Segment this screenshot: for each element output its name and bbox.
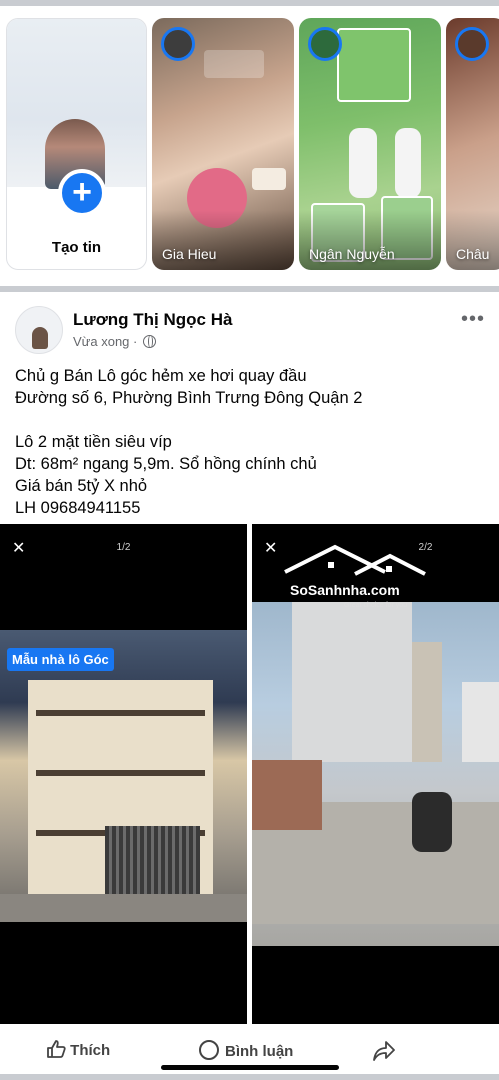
- watermark-subtext: Great choice for you: [344, 602, 408, 609]
- post-line: Dt: 68m² ngang 5,9m. Sổ hồng chính chủ: [15, 455, 317, 473]
- story-avatar: [161, 27, 195, 61]
- watermark-logo: SoSanhnha.com Great choice for you: [280, 542, 430, 609]
- post-photo-2[interactable]: ✕ 2/2 SoSanhnha.com Great choice for you: [252, 524, 499, 1024]
- watermark-text: SoSanhnha.com: [290, 582, 400, 598]
- like-label: Thích: [70, 1042, 111, 1059]
- story-card-chau[interactable]: Châu: [446, 18, 499, 270]
- post-line: Lô 2 mặt tiền siêu víp: [15, 433, 172, 451]
- post-line: [15, 409, 485, 431]
- comment-button[interactable]: Bình luận: [199, 1040, 293, 1060]
- thumbs-up-icon: [47, 1040, 66, 1058]
- comment-label: Bình luận: [225, 1043, 294, 1060]
- post-body: Chủ g Bán Lô góc hẻm xe hơi quay đầu Đườ…: [15, 365, 485, 519]
- story-name: Châu: [456, 246, 490, 262]
- post-time: Vừa xong: [73, 334, 130, 349]
- comment-icon: [199, 1040, 219, 1060]
- story-name: Gia Hieu: [162, 246, 217, 262]
- plus-icon[interactable]: +: [58, 169, 106, 217]
- meta-separator: ·: [133, 334, 138, 349]
- story-card-ngan-nguyen[interactable]: Ngân Nguyễn: [299, 18, 441, 270]
- create-story-label: Tạo tin: [51, 239, 102, 256]
- post-meta: Vừa xong ·: [73, 334, 156, 349]
- post-line: Đường số 6, Phường Bình Trưng Đông Quận …: [15, 389, 363, 407]
- bottom-divider: [0, 1074, 499, 1080]
- stories-tray: + Tạo tin Gia Hieu Ngân Nguyễn Châu: [0, 6, 499, 286]
- like-button[interactable]: Thích: [46, 1040, 110, 1059]
- share-arrow-icon: [373, 1041, 395, 1061]
- story-avatar: [455, 27, 489, 61]
- post-line: LH 09684941155: [15, 499, 141, 517]
- post-photo-1[interactable]: ✕ 1/2 Mẫu nhà lô Góc: [0, 524, 247, 1024]
- more-options-icon[interactable]: •••: [461, 308, 485, 331]
- story-name: Ngân Nguyễn: [309, 246, 395, 262]
- share-button[interactable]: [372, 1040, 396, 1062]
- home-indicator[interactable]: [161, 1065, 339, 1070]
- post-author[interactable]: Lương Thị Ngọc Hà: [73, 310, 232, 330]
- section-divider: [0, 286, 499, 292]
- story-avatar: [308, 27, 342, 61]
- close-icon: ✕: [264, 540, 278, 557]
- globe-icon: [143, 335, 156, 348]
- photo-tag-label: Mẫu nhà lô Góc: [7, 648, 114, 671]
- create-story-card[interactable]: + Tạo tin: [6, 18, 147, 270]
- street-lot-photo: [252, 602, 499, 946]
- photo-counter: 1/2: [116, 542, 131, 553]
- create-story-photo: [7, 19, 146, 189]
- story-card-gia-hieu[interactable]: Gia Hieu: [152, 18, 294, 270]
- author-avatar[interactable]: [15, 306, 63, 354]
- house-night-photo: [0, 630, 247, 922]
- post-line: Giá bán 5tỷ X nhỏ: [15, 477, 148, 495]
- post-line: Chủ g Bán Lô góc hẻm xe hơi quay đầu: [15, 367, 307, 385]
